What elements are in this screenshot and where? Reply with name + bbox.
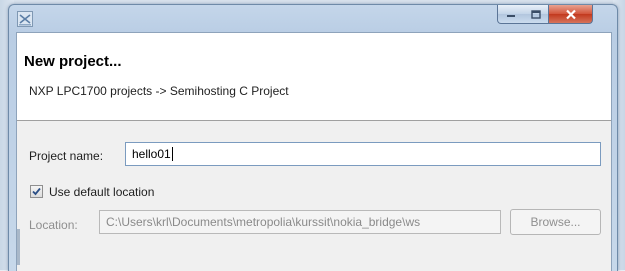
maximize-icon xyxy=(530,9,541,19)
close-icon xyxy=(565,9,576,19)
project-name-value: hello01 xyxy=(132,147,171,161)
dialog-header: New project... NXP LPC1700 projects -> S… xyxy=(17,33,611,121)
minimize-button[interactable] xyxy=(497,5,524,24)
browse-button[interactable]: Browse... xyxy=(510,209,601,235)
minimize-icon xyxy=(506,15,515,17)
project-name-label: Project name: xyxy=(29,149,104,163)
maximize-button[interactable] xyxy=(523,5,549,24)
frame-edge xyxy=(17,229,20,265)
use-default-location-checkbox[interactable] xyxy=(30,185,43,198)
dialog-title: New project... xyxy=(24,53,122,70)
location-label: Location: xyxy=(29,218,78,232)
use-default-location-label[interactable]: Use default location xyxy=(49,185,154,199)
project-name-input[interactable]: hello01 xyxy=(125,142,601,166)
text-caret xyxy=(171,147,173,161)
location-input[interactable]: C:\Users\krl\Documents\metropolia\kurssi… xyxy=(99,210,501,234)
eclipse-dialog-icon xyxy=(17,11,33,27)
dialog-client-area: New project... NXP LPC1700 projects -> S… xyxy=(16,32,612,271)
check-icon xyxy=(32,187,41,196)
dialog-message: NXP LPC1700 projects -> Semihosting C Pr… xyxy=(29,84,289,98)
close-button[interactable] xyxy=(549,5,593,24)
title-bar[interactable] xyxy=(9,5,617,33)
new-project-dialog: New project... NXP LPC1700 projects -> S… xyxy=(8,4,618,271)
